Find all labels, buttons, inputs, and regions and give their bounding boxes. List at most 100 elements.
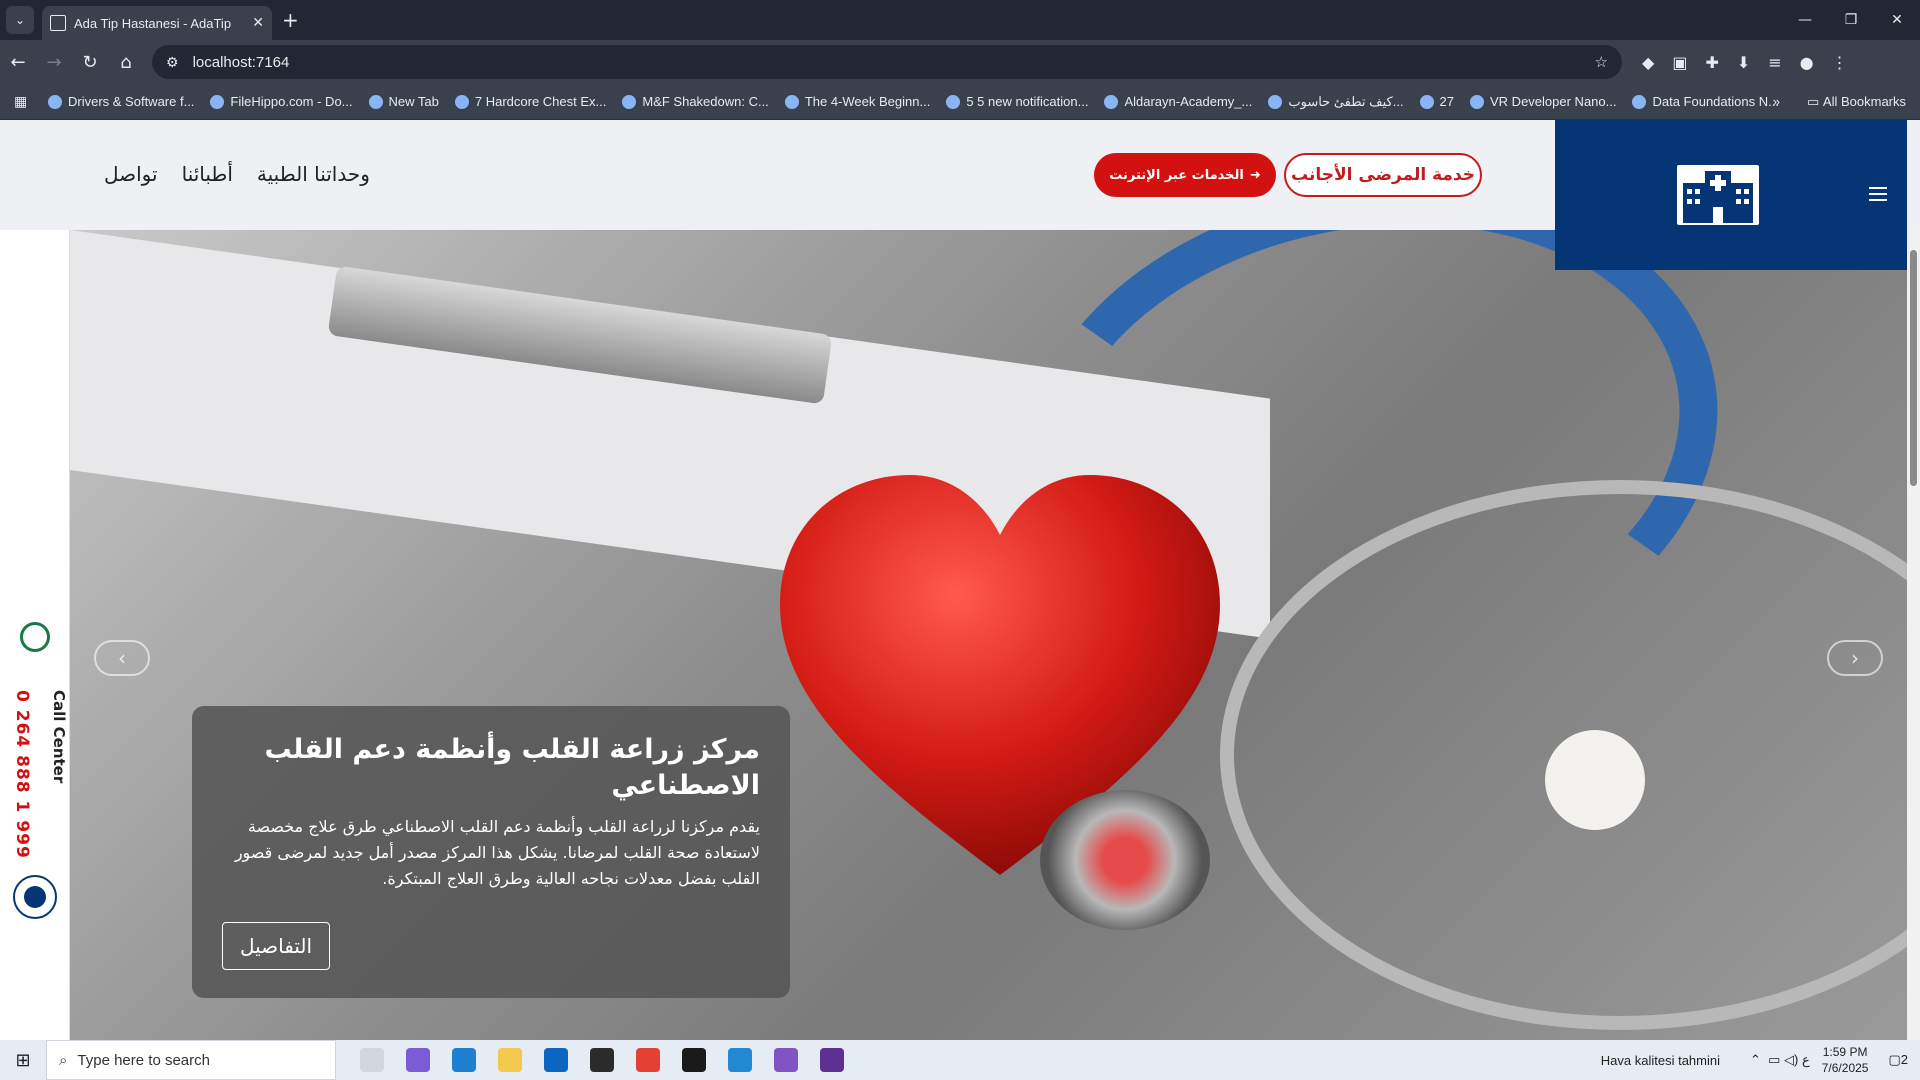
weather-widget[interactable]: Hava kalitesi tahmini	[1601, 1053, 1720, 1068]
tab-search-button[interactable]: ⌄	[6, 6, 34, 34]
hero-title: مركز زراعة القلب وأنظمة دعم القلب الاصطن…	[264, 734, 760, 801]
bookmark-star-icon[interactable]: ☆	[1595, 53, 1608, 71]
page-favicon-icon	[50, 15, 66, 31]
bookmark-item[interactable]: The 4-Week Beginn...	[784, 94, 930, 109]
call-center-label: Call Center	[50, 690, 68, 784]
bookmark-item[interactable]: كيف تطفئ حاسوب...	[1268, 94, 1404, 110]
language-indicator[interactable]: ع	[1802, 1052, 1810, 1068]
site-info-icon[interactable]: ⚙	[166, 54, 179, 71]
logo-panel	[1555, 120, 1907, 270]
home-icon[interactable]: ⌂	[108, 52, 144, 73]
chevron-left-icon: ‹	[118, 646, 126, 670]
bookmark-favicon-icon	[1632, 94, 1647, 109]
network-icon[interactable]: ▭	[1768, 1052, 1784, 1068]
bookmark-item[interactable]: FileHippo.com - Do...	[210, 94, 353, 109]
taskbar-search-placeholder: Type here to search	[77, 1051, 210, 1069]
task-view-icon[interactable]	[360, 1048, 384, 1072]
forward-icon[interactable]: →	[36, 52, 72, 73]
taskbar-apps	[360, 1048, 844, 1072]
copilot-icon[interactable]	[406, 1048, 430, 1072]
visual-studio-icon[interactable]	[774, 1048, 798, 1072]
hero-carousel: ‹ › مركز زراعة القلب وأنظمة دعم القلب ال…	[70, 230, 1907, 1040]
windows-start-icon[interactable]: ⊞	[0, 1050, 46, 1071]
browser-tab-active[interactable]: Ada Tip Hastanesi - AdaTip ✕	[42, 6, 272, 40]
bookmark-favicon-icon	[1104, 94, 1119, 109]
close-window-icon[interactable]: ✕	[1874, 0, 1920, 40]
chrome-icon[interactable]	[636, 1048, 660, 1072]
clock-time: 1:59 PM	[1822, 1045, 1868, 1059]
windows-taskbar: ⊞ ⌕ Type here to search Hava kalitesi ta…	[0, 1040, 1920, 1080]
clock-date: 7/6/2025	[1821, 1061, 1869, 1075]
media-icon[interactable]: ≡	[1768, 53, 1781, 72]
bookmark-item[interactable]: 7 Hardcore Chest Ex...	[454, 94, 606, 109]
app-window-icon[interactable]	[820, 1048, 844, 1072]
bookmark-favicon-icon	[1268, 94, 1283, 109]
folder-icon: ▭	[1807, 93, 1823, 109]
carousel-next-button[interactable]: ›	[1827, 640, 1883, 676]
call-center[interactable]: 0 264 888 1 999 Call Center	[8, 690, 68, 859]
bookmark-item[interactable]: 5 5 new notification...	[946, 94, 1088, 109]
minimize-icon[interactable]: —	[1782, 0, 1828, 40]
foreign-patients-button[interactable]: خدمة المرضى الأجانب	[1284, 153, 1482, 197]
search-icon: ⌕	[59, 1051, 68, 1069]
extension-fox-icon[interactable]: ◆	[1642, 53, 1654, 72]
vscode-icon[interactable]	[728, 1048, 752, 1072]
whatsapp-icon[interactable]	[20, 622, 50, 652]
system-tray: Hava kalitesi tahmini ⌃ ▭ ◁) ع 1:59 PM 7…	[1601, 1040, 1920, 1080]
new-tab-button[interactable]: +	[282, 8, 299, 32]
bookmark-favicon-icon	[210, 94, 225, 109]
file-explorer-icon[interactable]	[498, 1048, 522, 1072]
bookmark-favicon-icon	[48, 94, 62, 109]
nav-medical-units[interactable]: وحداتنا الطبية	[257, 162, 370, 186]
more-bookmarks-icon[interactable]: »	[1773, 94, 1780, 109]
bookmark-item[interactable]: Drivers & Software f...	[48, 94, 194, 109]
page-scrollbar[interactable]	[1907, 230, 1920, 1040]
browser-menu-icon[interactable]: ⋮	[1832, 53, 1848, 72]
downloads-icon[interactable]: ⬇	[1737, 53, 1750, 72]
bookmark-favicon-icon	[946, 94, 961, 109]
edge-icon[interactable]	[452, 1048, 476, 1072]
details-button[interactable]: التفاصيل	[222, 922, 330, 970]
stethoscope-chestpiece-image	[1040, 790, 1210, 930]
notifications-icon[interactable]: ▢2	[1888, 1052, 1908, 1068]
language-globe-icon[interactable]	[13, 875, 57, 919]
profile-avatar[interactable]: ●	[1800, 53, 1814, 72]
online-services-button[interactable]: الخدمات عبر الإنترنت ➜	[1094, 153, 1276, 197]
taskbar-search[interactable]: ⌕ Type here to search	[46, 1040, 336, 1080]
reload-icon[interactable]: ↻	[72, 52, 108, 73]
restore-icon[interactable]: ❐	[1828, 0, 1874, 40]
tray-chevron-icon[interactable]: ⌃	[1750, 1052, 1768, 1068]
hospital-building-icon	[1683, 171, 1753, 223]
bookmark-item[interactable]: M&F Shakedown: C...	[622, 94, 769, 109]
chevron-right-icon: ›	[1851, 646, 1859, 670]
extensions-area: ◆ ▣ ✚ ⬇ ≡ ● ⋮	[1642, 53, 1848, 72]
stethoscope-earpiece-image	[1545, 730, 1645, 830]
notification-count: 2	[1900, 1052, 1908, 1067]
carousel-prev-button[interactable]: ‹	[94, 640, 150, 676]
nav-contact[interactable]: تواصل	[104, 162, 158, 186]
outlook-icon[interactable]	[544, 1048, 568, 1072]
extension-screen-icon[interactable]: ▣	[1672, 53, 1687, 72]
apps-grid-icon[interactable]: ▦	[14, 93, 32, 110]
nav-doctors[interactable]: أطبائنا	[182, 162, 233, 186]
extensions-puzzle-icon[interactable]: ✚	[1705, 53, 1718, 72]
call-center-phone[interactable]: 0 264 888 1 999	[12, 690, 32, 859]
bookmark-favicon-icon	[454, 94, 469, 109]
notes-app-icon[interactable]	[590, 1048, 614, 1072]
bookmark-item[interactable]: Aldarayn-Academy_...	[1104, 94, 1252, 109]
bookmark-item[interactable]: Data Foundations N...	[1632, 94, 1779, 109]
clock[interactable]: 1:59 PM 7/6/2025	[1822, 1044, 1869, 1076]
terminal-icon[interactable]	[682, 1048, 706, 1072]
back-icon[interactable]: ←	[0, 52, 36, 73]
bookmark-item[interactable]: New Tab	[368, 94, 439, 109]
menu-hamburger-icon[interactable]	[1869, 187, 1887, 205]
hospital-logo[interactable]	[1677, 165, 1759, 225]
url-text: localhost:7164	[192, 53, 290, 71]
all-bookmarks-button[interactable]: ▭ All Bookmarks	[1807, 94, 1906, 110]
scrollbar-thumb[interactable]	[1910, 250, 1917, 486]
address-bar[interactable]: ⚙ localhost:7164 ☆	[152, 45, 1622, 79]
volume-icon[interactable]: ◁)	[1784, 1052, 1802, 1068]
close-tab-icon[interactable]: ✕	[252, 15, 264, 31]
bookmark-item[interactable]: 27	[1419, 94, 1454, 109]
bookmark-item[interactable]: VR Developer Nano...	[1470, 94, 1616, 109]
